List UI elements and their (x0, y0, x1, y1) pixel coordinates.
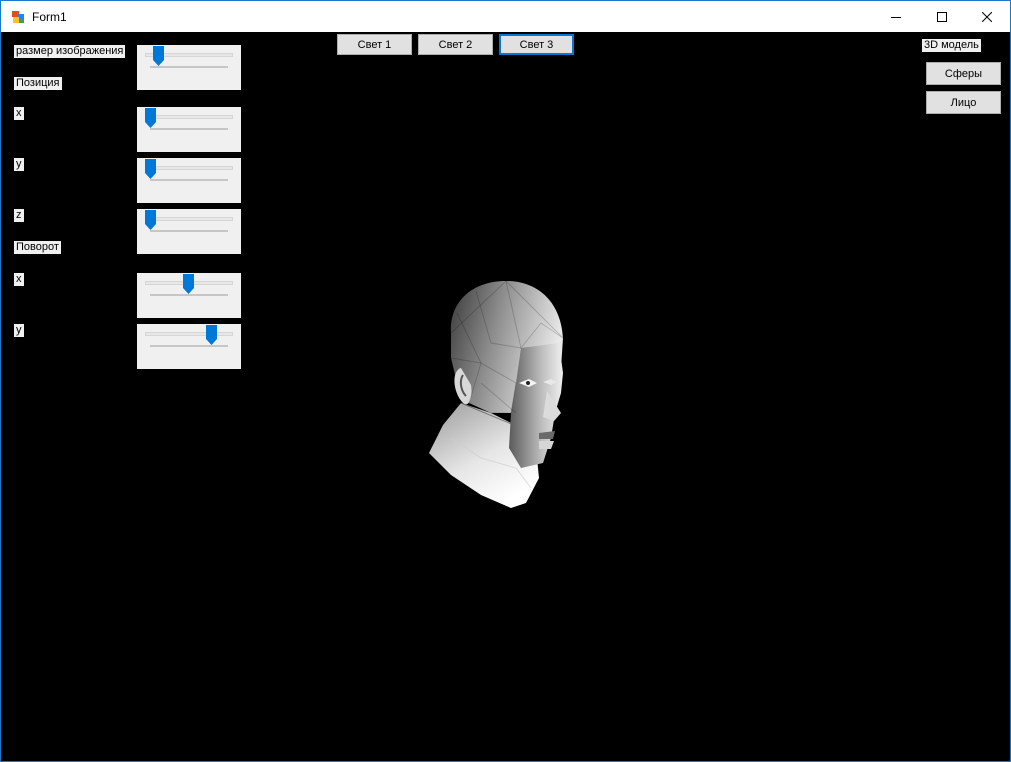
maximize-button[interactable] (919, 1, 965, 32)
close-icon (982, 11, 992, 22)
slider-thumb[interactable] (145, 210, 156, 230)
slider-thumb[interactable] (205, 325, 217, 345)
size-label: размер изображения (14, 45, 126, 58)
rotation-label: Поворот (14, 241, 61, 254)
slider-thumb[interactable] (145, 159, 156, 179)
close-button[interactable] (964, 1, 1010, 32)
light-3-button[interactable]: Свет 3 (499, 34, 574, 55)
rendered-head-model (429, 280, 564, 508)
rotation-x-label: x (14, 273, 24, 286)
position-x-trackbar[interactable] (137, 107, 241, 152)
form-window: Form1 размер изображения Позиция x y z П… (0, 0, 1011, 762)
rotation-y-label: y (14, 324, 24, 337)
slider-thumb[interactable] (152, 46, 164, 66)
rotation-x-trackbar[interactable] (137, 273, 241, 318)
slider-thumb[interactable] (183, 274, 194, 294)
rotation-y-trackbar[interactable] (137, 324, 241, 369)
position-x-label: x (14, 107, 24, 120)
minimize-button[interactable] (873, 1, 919, 32)
position-label: Позиция (14, 77, 62, 90)
slider-thumb[interactable] (145, 108, 156, 128)
spheres-button[interactable]: Сферы (926, 62, 1001, 85)
maximize-icon (937, 11, 947, 22)
light-2-button[interactable]: Свет 2 (418, 34, 493, 55)
position-y-label: y (14, 158, 24, 171)
light-1-button[interactable]: Свет 1 (337, 34, 412, 55)
minimize-icon (891, 16, 901, 18)
window-title: Form1 (32, 10, 67, 24)
face-button[interactable]: Лицо (926, 91, 1001, 114)
model-label: 3D модель (922, 39, 981, 52)
position-y-trackbar[interactable] (137, 158, 241, 203)
position-z-label: z (14, 209, 24, 222)
title-bar[interactable]: Form1 (1, 1, 1010, 32)
size-trackbar[interactable] (137, 45, 241, 90)
app-icon (11, 10, 25, 24)
render-canvas[interactable]: размер изображения Позиция x y z Поворот… (1, 32, 1010, 761)
position-z-trackbar[interactable] (137, 209, 241, 254)
